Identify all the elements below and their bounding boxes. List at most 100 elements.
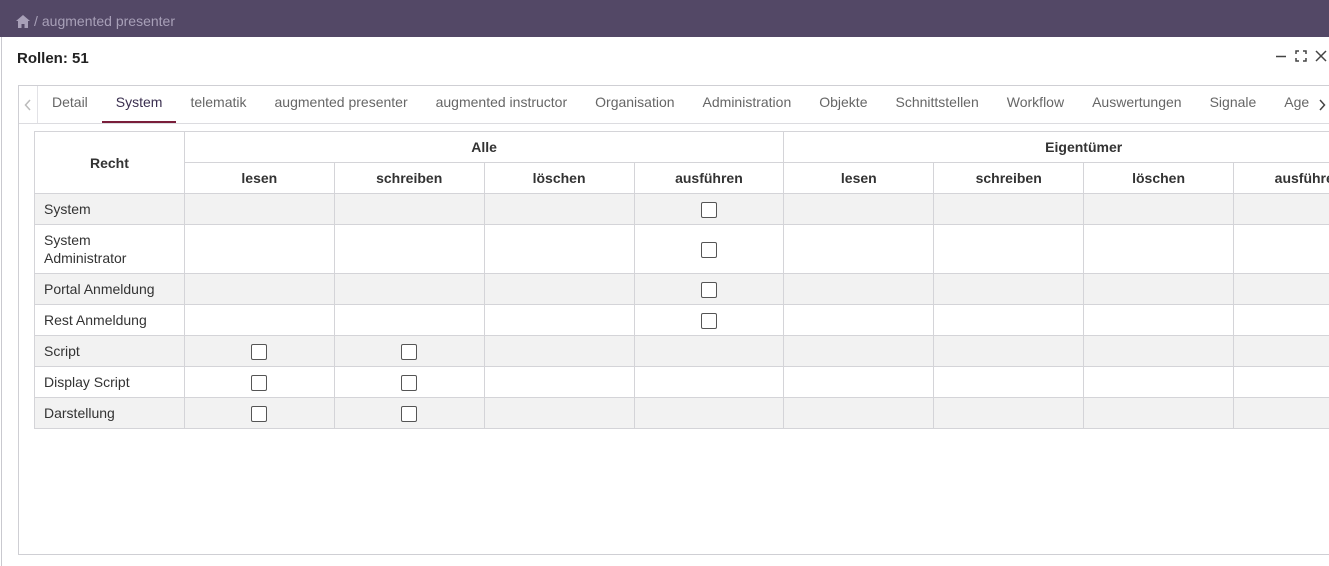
close-icon[interactable] — [1314, 49, 1328, 63]
row-name: System Administrator — [34, 224, 185, 274]
permission-cell — [1083, 397, 1234, 429]
permission-cell — [1083, 366, 1234, 398]
row-name: System — [34, 193, 185, 225]
home-icon[interactable] — [16, 14, 30, 28]
permission-cell — [333, 273, 485, 305]
tab-schnittstellen[interactable]: Schnittstellen — [881, 86, 992, 121]
permission-cell — [483, 335, 635, 367]
tab-auswertungen[interactable]: Auswertungen — [1078, 86, 1196, 121]
permission-cell — [633, 397, 785, 429]
permission-cell — [933, 335, 1085, 367]
permission-cell — [333, 304, 485, 336]
checkbox-icon[interactable] — [401, 343, 418, 360]
permission-cell — [783, 224, 935, 274]
breadcrumb: / augmented presenter — [16, 13, 175, 29]
permission-cell — [1233, 304, 1329, 336]
tab-objekte[interactable]: Objekte — [805, 86, 881, 121]
checkbox-icon[interactable] — [700, 281, 717, 298]
permission-cell — [1083, 304, 1234, 336]
permission-cell — [933, 397, 1085, 429]
header-eigentuemer-col: löschen — [1083, 162, 1234, 194]
permission-cell — [183, 366, 335, 398]
permission-cell — [783, 193, 935, 225]
row-name-text: Display Script — [44, 374, 130, 390]
permission-cell — [933, 304, 1085, 336]
permission-cell — [783, 366, 935, 398]
tab-telematik[interactable]: telematik — [176, 86, 260, 121]
table-row: Portal Anmeldung — [34, 273, 1329, 305]
table-row: Script — [34, 335, 1329, 367]
permission-cell — [183, 193, 335, 225]
checkbox-icon[interactable] — [401, 374, 418, 391]
tab-system[interactable]: System — [101, 86, 177, 123]
permission-cell — [483, 224, 635, 274]
permission-cell — [483, 273, 635, 305]
permission-cell — [183, 397, 335, 429]
permission-cell — [183, 335, 335, 367]
tab-workflow[interactable]: Workflow — [993, 86, 1078, 121]
row-name-text: System Administrator — [44, 232, 127, 266]
permission-cell — [1233, 193, 1329, 225]
checkbox-icon[interactable] — [401, 405, 418, 422]
table-row: System — [34, 193, 1329, 225]
header-alle-col: lesen — [183, 162, 335, 194]
permission-cell — [333, 397, 485, 429]
checkbox-icon[interactable] — [700, 312, 717, 329]
checkbox-icon[interactable] — [251, 374, 268, 391]
permission-cell — [783, 304, 935, 336]
permission-cell — [183, 273, 335, 305]
checkbox-icon[interactable] — [700, 241, 717, 258]
permission-cell — [933, 273, 1085, 305]
chevron-right-icon — [1319, 98, 1326, 111]
permission-cell — [933, 193, 1085, 225]
tab-organisation[interactable]: Organisation — [581, 86, 688, 121]
row-name-text: Portal Anmeldung — [44, 281, 155, 297]
tab-age[interactable]: Age — [1270, 86, 1311, 121]
dialog-title: Rollen: 51 — [17, 50, 89, 67]
minimize-icon[interactable] — [1274, 49, 1288, 63]
permission-cell — [1083, 224, 1234, 274]
permission-cell — [1233, 273, 1329, 305]
table-row: Display Script — [34, 366, 1329, 398]
row-name-text: System — [44, 201, 91, 217]
permissions-table: Recht Alle Eigentümer lesen schreiben lösc… — [34, 131, 1329, 429]
row-name: Darstellung — [34, 397, 185, 429]
table-row: System Administrator — [34, 224, 1329, 274]
breadcrumb-separator: / — [34, 13, 38, 29]
permission-cell — [483, 397, 635, 429]
checkbox-icon[interactable] — [251, 343, 268, 360]
maximize-icon[interactable] — [1294, 49, 1308, 63]
permission-cell — [483, 304, 635, 336]
permission-cell — [783, 273, 935, 305]
row-name-text: Darstellung — [44, 405, 115, 421]
checkbox-icon[interactable] — [700, 201, 717, 218]
row-name-text: Rest Anmeldung — [44, 312, 147, 328]
permission-cell — [1233, 366, 1329, 398]
permission-cell — [483, 193, 635, 225]
tab-detail[interactable]: Detail — [38, 86, 102, 121]
permission-cell — [333, 366, 485, 398]
header-alle-col: ausführen — [633, 162, 785, 194]
permission-cell — [633, 304, 785, 336]
breadcrumb-current[interactable]: augmented presenter — [42, 13, 175, 29]
tab-administration[interactable]: Administration — [689, 86, 806, 121]
header-eigentuemer-col: schreiben — [933, 162, 1085, 194]
tab-scroll-right[interactable] — [1313, 86, 1329, 123]
tab-signale[interactable]: Signale — [1196, 86, 1271, 121]
tab-scroll-left[interactable] — [19, 86, 38, 123]
window-controls — [1274, 49, 1328, 63]
tab-bar: Detail System telematik augmented presenter… — [19, 86, 1329, 124]
tab-augmented-instructor[interactable]: augmented instructor — [422, 86, 582, 121]
permission-cell — [633, 273, 785, 305]
tab-augmented-presenter[interactable]: augmented presenter — [261, 86, 422, 121]
permission-cell — [933, 366, 1085, 398]
header-alle-col: löschen — [483, 162, 635, 194]
top-bar: / augmented presenter — [0, 0, 1329, 37]
permission-cell — [783, 397, 935, 429]
header-alle-col: schreiben — [333, 162, 485, 194]
row-name: Display Script — [34, 366, 185, 398]
permission-cell — [633, 335, 785, 367]
checkbox-icon[interactable] — [251, 405, 268, 422]
row-name-text: Script — [44, 343, 80, 359]
permission-cell — [1233, 397, 1329, 429]
